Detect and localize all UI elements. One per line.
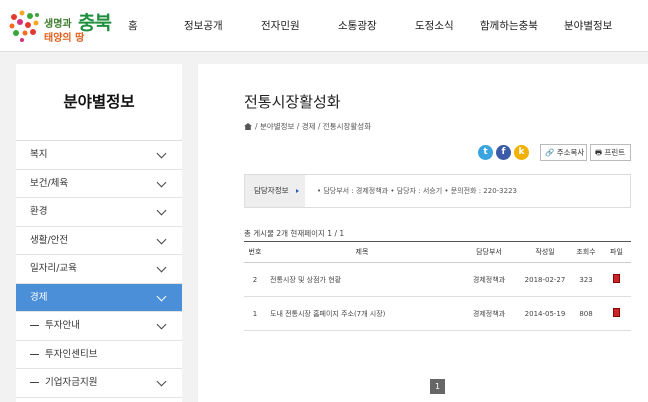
link-icon: 🔗 bbox=[545, 148, 555, 157]
pdf-file-icon[interactable] bbox=[613, 307, 620, 317]
col-title: 제목 bbox=[266, 241, 458, 263]
sidebar-item-economy[interactable]: 경제 bbox=[16, 283, 182, 312]
post-table: 번호 제목 담당부서 작성일 조회수 파일 2 전통시장 및 상점가 현황 경제… bbox=[244, 241, 631, 331]
pdf-file-icon[interactable] bbox=[613, 273, 620, 283]
sidebar-item-jobs[interactable]: 일자리/교육 bbox=[16, 255, 182, 284]
chevron-down-icon bbox=[156, 234, 167, 244]
nav-item-info-disclosure[interactable]: 정보공개 bbox=[184, 18, 223, 33]
contact-info-box: 담당자정보 • 담당부서 : 경제정책과 • 담당자 : 서승기 • 문의전화 … bbox=[244, 174, 631, 208]
sidebar-item-safety[interactable]: 생활/안전 bbox=[16, 227, 182, 255]
chevron-down-icon bbox=[156, 177, 167, 187]
sidebar-item-label: 보건/체육 bbox=[30, 177, 69, 189]
sidebar-title: 분야별정보 bbox=[16, 64, 182, 141]
sidebar-subitem-label: 투자인센티브 bbox=[45, 348, 98, 360]
dash-icon bbox=[30, 382, 39, 383]
col-views: 조회수 bbox=[570, 241, 602, 263]
logo-emblem-icon bbox=[9, 10, 39, 42]
row-dept: 경제정책과 bbox=[458, 296, 520, 331]
pagination-current-page[interactable]: 1 bbox=[430, 379, 445, 394]
print-label: 프린트 bbox=[604, 148, 626, 157]
row-date: 2014-05-19 bbox=[520, 296, 570, 331]
chevron-down-icon bbox=[156, 205, 167, 216]
nav-item-home[interactable]: 홈 bbox=[128, 18, 138, 33]
print-button[interactable]: 🖶 프린트 bbox=[590, 144, 631, 161]
post-count: 총 게시물 2개 현재페이지 1 / 1 bbox=[244, 229, 345, 238]
sidebar-item-health[interactable]: 보건/체육 bbox=[16, 170, 182, 198]
row-file bbox=[602, 296, 631, 331]
sidebar-item-label: 경제 bbox=[30, 291, 48, 303]
copy-url-button[interactable]: 🔗 주소복사 bbox=[540, 144, 587, 161]
row-views: 808 bbox=[570, 296, 602, 331]
table-row: 1 도내 전통시장 홈페이지 주소(7개 시장) 경제정책과 2014-05-1… bbox=[244, 296, 631, 331]
breadcrumb-text[interactable]: / 분야별정보 / 경제 / 전통시장활성화 bbox=[255, 122, 371, 131]
home-icon[interactable] bbox=[244, 123, 252, 130]
row-date: 2018-02-27 bbox=[520, 262, 570, 297]
sidebar-item-environment[interactable]: 환경 bbox=[16, 198, 182, 227]
nav-item-together[interactable]: 함께하는충북 bbox=[480, 18, 538, 33]
sidebar-subitem-incentive[interactable]: 투자인센티브 bbox=[16, 341, 182, 369]
chevron-down-icon bbox=[156, 262, 167, 273]
row-title-link[interactable]: 전통시장 및 상점가 현황 bbox=[266, 262, 458, 297]
page-title: 전통시장활성화 bbox=[244, 93, 341, 111]
row-dept: 경제정책과 bbox=[458, 262, 520, 297]
nav-item-field-info[interactable]: 분야별정보 bbox=[564, 18, 612, 33]
nav-item-e-civil[interactable]: 전자민원 bbox=[261, 18, 300, 33]
sidebar-subitem-investment[interactable]: 투자안내 bbox=[16, 312, 182, 341]
col-date: 작성일 bbox=[520, 241, 570, 263]
sidebar-item-label: 일자리/교육 bbox=[30, 263, 77, 274]
twitter-icon[interactable]: t bbox=[478, 145, 493, 160]
row-file bbox=[602, 262, 631, 297]
nav-item-communication[interactable]: 소통광장 bbox=[338, 18, 377, 33]
dash-icon bbox=[30, 325, 39, 326]
copy-url-label: 주소복사 bbox=[556, 148, 585, 157]
contact-info-label-text: 담당자정보 bbox=[254, 186, 289, 195]
printer-icon: 🖶 bbox=[595, 148, 603, 157]
sidebar-item-welfare[interactable]: 복지 bbox=[16, 141, 182, 170]
kakao-icon[interactable]: k bbox=[514, 145, 529, 160]
sidebar: 분야별정보 복지 보건/체육 환경 생활/안전 일자리/교육 경제 투자안내 투… bbox=[16, 64, 182, 402]
content-area: 전통시장활성화 / 분야별정보 / 경제 / 전통시장활성화 t f k 🔗 주… bbox=[198, 64, 648, 402]
facebook-icon[interactable]: f bbox=[496, 145, 511, 160]
table-header-row: 번호 제목 담당부서 작성일 조회수 파일 bbox=[244, 241, 631, 263]
sidebar-subitem-funding[interactable]: 기업자금지원 bbox=[16, 369, 182, 398]
breadcrumb: / 분야별정보 / 경제 / 전통시장활성화 bbox=[244, 121, 371, 132]
sidebar-subitem-label: 기업자금지원 bbox=[45, 377, 98, 388]
site-logo[interactable]: 생명과 태양의 땅 충북 bbox=[6, 5, 124, 47]
nav-item-news[interactable]: 도정소식 bbox=[415, 18, 454, 33]
sidebar-item-label: 환경 bbox=[30, 206, 48, 217]
row-title-link[interactable]: 도내 전통시장 홈페이지 주소(7개 시장) bbox=[266, 296, 458, 331]
arrow-right-icon bbox=[296, 189, 299, 193]
contact-info-label: 담당자정보 bbox=[245, 175, 305, 207]
chevron-down-icon bbox=[156, 376, 167, 387]
col-dept: 담당부서 bbox=[458, 241, 520, 263]
sidebar-item-label: 생활/안전 bbox=[30, 234, 69, 246]
site-header: 생명과 태양의 땅 충북 홈 정보공개 전자민원 소통광장 도정소식 함께하는충… bbox=[0, 0, 648, 52]
logo-text-line1: 생명과 bbox=[44, 19, 72, 30]
sidebar-subitem-label: 투자안내 bbox=[45, 320, 80, 331]
dash-icon bbox=[30, 353, 39, 355]
logo-text-main: 충북 bbox=[78, 12, 112, 34]
contact-info-text: • 담당부서 : 경제정책과 • 담당자 : 서승기 • 문의전화 : 220-… bbox=[317, 187, 517, 195]
col-file: 파일 bbox=[602, 241, 631, 263]
chevron-down-icon bbox=[156, 319, 167, 330]
chevron-down-icon bbox=[156, 291, 167, 301]
row-no: 2 bbox=[244, 262, 266, 297]
table-row: 2 전통시장 및 상점가 현황 경제정책과 2018-02-27 323 bbox=[244, 262, 631, 297]
row-no: 1 bbox=[244, 296, 266, 331]
chevron-down-icon bbox=[156, 148, 167, 159]
sidebar-item-label: 복지 bbox=[30, 149, 48, 160]
col-no: 번호 bbox=[244, 241, 266, 263]
row-views: 323 bbox=[570, 262, 602, 297]
